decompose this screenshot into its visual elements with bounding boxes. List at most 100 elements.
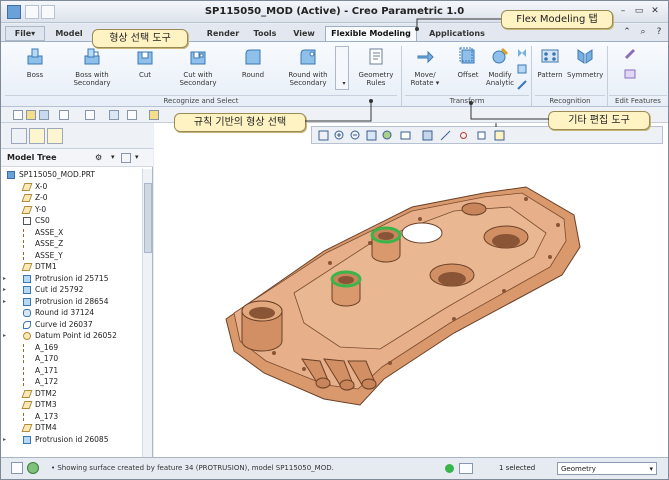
tree-node[interactable]: A_172	[1, 376, 141, 388]
tree-node[interactable]: A_171	[1, 365, 141, 377]
save-icon[interactable]	[39, 110, 49, 120]
tab-view[interactable]: View	[287, 26, 321, 41]
tree-root[interactable]: SP115050_MOD.PRT	[1, 169, 141, 181]
selection-count[interactable]: 1 selected	[499, 464, 535, 472]
settings-icon[interactable]: ⚙	[95, 153, 107, 163]
tab-file[interactable]: File▾	[5, 26, 45, 41]
scroll-thumb[interactable]	[144, 183, 152, 253]
favorites-tab-icon[interactable]	[47, 128, 63, 144]
show-dropdown-icon[interactable]: ▾	[135, 153, 139, 161]
expand-icon[interactable]: ▸	[3, 296, 11, 308]
tree-node[interactable]: A_173	[1, 411, 141, 423]
tree-node-label: A_169	[35, 342, 59, 352]
tree-node[interactable]: CS0	[1, 215, 141, 227]
browser-icon[interactable]	[27, 462, 39, 474]
tree-node[interactable]: DTM1	[1, 261, 141, 273]
expand-icon[interactable]: ▸	[3, 273, 11, 285]
tree-node[interactable]: Round id 37124	[1, 307, 141, 319]
redo-icon[interactable]	[85, 110, 95, 120]
close-icon[interactable]: ✕	[649, 6, 661, 16]
selection-filter-value: Geometry	[561, 465, 596, 473]
offset-icon	[459, 47, 475, 64]
tree-node[interactable]: ▸ Datum Point id 26052	[1, 330, 141, 342]
edit-small-icon-3[interactable]	[517, 80, 527, 92]
expand-icon[interactable]: ▸	[3, 330, 11, 342]
undo-icon[interactable]	[59, 110, 69, 120]
tree-node[interactable]: Curve id 26037	[1, 319, 141, 331]
edit-small-icon-2[interactable]	[517, 64, 527, 76]
regenerate-icon[interactable]	[109, 110, 119, 120]
plane-icon	[21, 205, 33, 214]
tree-node[interactable]: ▸ Protrusion id 26085	[1, 434, 141, 446]
edit-small-icon-1[interactable]	[517, 48, 527, 60]
tree-node[interactable]: ▸ Protrusion id 28654	[1, 296, 141, 308]
attach-button[interactable]	[623, 48, 637, 62]
folder-icon[interactable]	[149, 110, 159, 120]
axis-icon	[23, 355, 24, 363]
feature-icon	[23, 297, 31, 306]
remove-button[interactable]	[623, 68, 637, 82]
minimize-icon[interactable]: –	[617, 6, 629, 16]
tree-node[interactable]: ▸ Protrusion id 25715	[1, 273, 141, 285]
restore-icon[interactable]: ▭	[633, 6, 645, 16]
tree-node[interactable]: A_170	[1, 353, 141, 365]
dropdown-arrow-icon[interactable]: ▾	[337, 80, 351, 88]
search-icon[interactable]: ⌕	[637, 27, 649, 37]
settings-dropdown-icon[interactable]: ▾	[111, 153, 115, 161]
tree-node[interactable]: ASSE_Z	[1, 238, 141, 250]
selection-filter-select[interactable]: Geometry ▾	[557, 462, 657, 475]
pattern-button[interactable]: Pattern	[535, 46, 565, 79]
tab-render[interactable]: Render	[203, 26, 243, 41]
tree-node[interactable]: DTM2	[1, 388, 141, 400]
cut-secondary-button[interactable]: Cut with Secondary	[173, 46, 223, 87]
new-file-icon[interactable]	[13, 110, 23, 120]
tree-node-label: CS0	[35, 216, 50, 225]
tree-node[interactable]: Y-0	[1, 204, 141, 216]
boss-secondary-button[interactable]: Boss with Secondary	[67, 46, 117, 87]
model-tree-tab-icon[interactable]	[11, 128, 27, 144]
expand-icon[interactable]: ▸	[3, 434, 11, 446]
chevron-down-icon: ▾	[649, 465, 653, 473]
boss-button[interactable]: Boss	[15, 46, 55, 79]
symmetry-button[interactable]: Symmetry	[567, 46, 603, 79]
cut-secondary-icon	[190, 51, 206, 65]
show-icon[interactable]	[121, 153, 131, 163]
tree-node[interactable]: DTM4	[1, 422, 141, 434]
toggle-navigator-icon[interactable]	[11, 462, 23, 474]
modify-analytic-icon	[492, 47, 509, 64]
remove-icon	[624, 69, 636, 79]
windows-icon[interactable]	[127, 110, 137, 120]
plane-icon	[21, 182, 33, 191]
regen-status-icon	[445, 464, 454, 473]
tree-node[interactable]: Z-0	[1, 192, 141, 204]
tab-model[interactable]: Model	[49, 26, 89, 41]
round-icon	[245, 49, 261, 65]
open-folder-icon[interactable]	[26, 110, 36, 120]
round-secondary-button[interactable]: Round with Secondary	[281, 46, 335, 87]
up-arrow-icon[interactable]: ⌃	[621, 27, 633, 37]
cut-button[interactable]: Cut	[125, 46, 165, 79]
tree-node[interactable]: DTM3	[1, 399, 141, 411]
offset-button[interactable]: Offset	[453, 46, 483, 79]
graphics-area[interactable]	[154, 123, 668, 457]
tab-flexible-modeling[interactable]: Flexible Modeling	[325, 26, 417, 41]
folder-browser-tab-icon[interactable]	[29, 128, 45, 144]
expand-icon[interactable]: ▸	[3, 284, 11, 296]
modify-analytic-button[interactable]: Modify Analytic	[485, 46, 515, 87]
tree-node[interactable]: X-0	[1, 181, 141, 193]
plane-icon	[21, 401, 33, 409]
csys-icon	[23, 217, 31, 225]
tab-tools[interactable]: Tools	[247, 26, 283, 41]
tree-node[interactable]: ASSE_X	[1, 227, 141, 239]
move-rotate-button[interactable]: Move/ Rotate ▾	[405, 46, 445, 87]
tree-node[interactable]: ASSE_Y	[1, 250, 141, 262]
tree-node-label: Protrusion id 26085	[35, 434, 109, 444]
boss-icon	[27, 48, 43, 65]
tree-node[interactable]: ▸ Cut id 25792	[1, 284, 141, 296]
tree-scrollbar[interactable]	[142, 169, 152, 457]
find-icon[interactable]	[459, 463, 473, 474]
help-icon[interactable]: ?	[653, 27, 665, 37]
geometry-rules-button[interactable]: Geometry Rules	[355, 46, 397, 87]
tree-node[interactable]: A_169	[1, 342, 141, 354]
round-button[interactable]: Round	[233, 46, 273, 79]
